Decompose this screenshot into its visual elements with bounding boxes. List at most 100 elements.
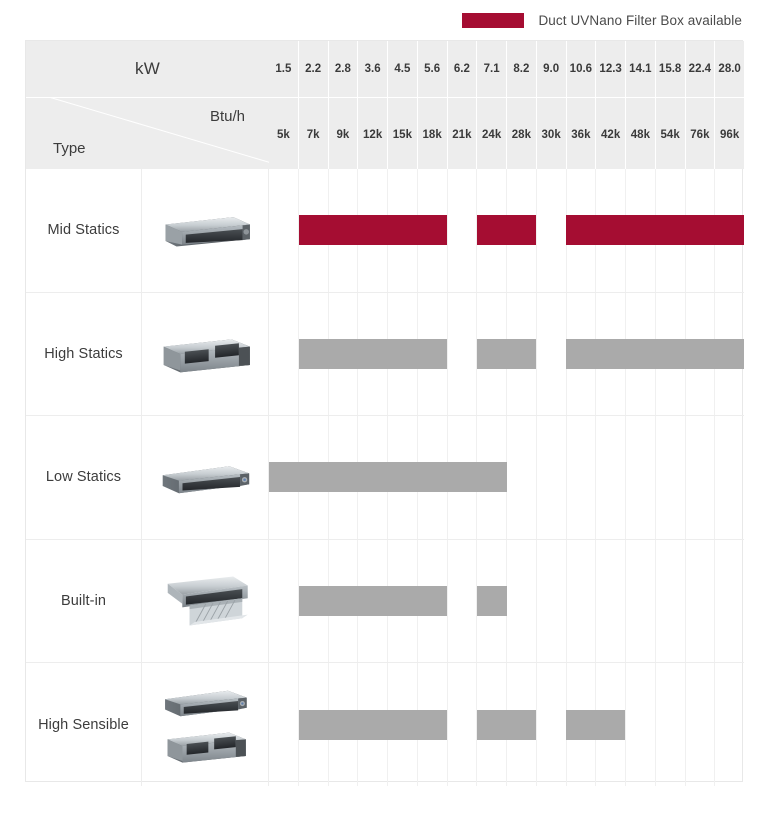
grid-column-0 bbox=[269, 663, 298, 786]
grid-column-15 bbox=[714, 539, 744, 663]
grid-column-0 bbox=[269, 540, 298, 663]
grid-column-13 bbox=[654, 416, 685, 539]
grid-column-15 bbox=[714, 663, 744, 786]
grid-column-9 bbox=[535, 292, 566, 416]
table-row: Mid Statics bbox=[26, 169, 744, 292]
header-kw-cell-12: 14.1 bbox=[625, 41, 655, 97]
header-kw-cell-8: 8.2 bbox=[506, 41, 536, 97]
row-product-image-cell bbox=[142, 539, 269, 663]
row-type-label: Low Statics bbox=[45, 469, 122, 486]
grid-column-6 bbox=[446, 539, 477, 663]
header-type-btu-cell: Type Btu/h bbox=[26, 98, 269, 169]
row-product-image-cell bbox=[142, 292, 269, 416]
grid-column-9 bbox=[535, 169, 566, 292]
grid-column-10 bbox=[565, 539, 596, 663]
row-type-cell: Low Statics bbox=[26, 416, 142, 539]
duct-unit-low-static-icon bbox=[153, 684, 257, 718]
row-type-cell: Built-in bbox=[26, 539, 142, 663]
row-type-cell: Mid Statics bbox=[26, 169, 142, 292]
capacity-bar bbox=[565, 215, 744, 246]
grid-column-8 bbox=[506, 416, 536, 539]
header-kw-cell-14: 22.4 bbox=[684, 41, 715, 97]
header-kw-cell-11: 12.3 bbox=[595, 41, 625, 97]
legend: Duct UVNano Filter Box available bbox=[0, 0, 768, 40]
capacity-bar bbox=[269, 462, 507, 493]
row-type-cell: High Statics bbox=[26, 292, 142, 416]
duct-unit-mid-static-icon bbox=[153, 208, 257, 252]
duct-unit-low-static-icon bbox=[153, 459, 257, 495]
header-btu-cell-0: 5k bbox=[276, 128, 290, 141]
header-type-label: Type bbox=[53, 140, 86, 157]
grid-column-8 bbox=[506, 539, 536, 663]
capacity-bar bbox=[476, 338, 537, 369]
table-row: High Sensible bbox=[26, 662, 744, 786]
header-btu-cell-10: 36k bbox=[565, 98, 596, 169]
grid-column-12 bbox=[625, 416, 655, 539]
grid-column-10 bbox=[565, 416, 596, 539]
header-kw-cell-2: 2.8 bbox=[327, 41, 358, 97]
header-btu-cell-13: 54k bbox=[654, 98, 685, 169]
row-capacity-grid bbox=[269, 663, 744, 786]
table-row: High Statics bbox=[26, 291, 744, 416]
capacity-bar bbox=[565, 709, 626, 740]
row-capacity-grid bbox=[269, 292, 744, 416]
row-capacity-grid bbox=[269, 416, 744, 539]
header-kw-cell-9: 9.0 bbox=[535, 41, 566, 97]
header-kw-cell-7: 7.1 bbox=[476, 41, 506, 97]
capacity-bar bbox=[476, 709, 537, 740]
header-btu-cell-14: 76k bbox=[684, 98, 715, 169]
header-btu-cell-5: 18k bbox=[416, 98, 447, 169]
header-btu-cell-11: 42k bbox=[595, 98, 625, 169]
header-btu-cell-9: 30k bbox=[535, 98, 566, 169]
row-capacity-grid bbox=[269, 539, 744, 663]
capacity-bar bbox=[298, 338, 448, 369]
grid-column-6 bbox=[446, 663, 477, 786]
grid-column-0 bbox=[269, 169, 298, 292]
header-btu-cell-1: 7k bbox=[297, 98, 328, 169]
grid-column-12 bbox=[625, 539, 655, 663]
header-btu-cell-8: 28k bbox=[506, 98, 536, 169]
header-kw-cell-0: 1.5 bbox=[275, 63, 292, 75]
header-kw-cell-6: 6.2 bbox=[446, 41, 477, 97]
duct-unit-high-static-icon bbox=[153, 726, 257, 766]
grid-column-13 bbox=[654, 663, 685, 786]
header-btu-cell-4: 15k bbox=[387, 98, 417, 169]
table-row: Built-in bbox=[26, 538, 744, 663]
header-kw-cell-10: 10.6 bbox=[565, 41, 596, 97]
header-btu-cell-2: 9k bbox=[327, 98, 358, 169]
header-btu-value-row: 5k 7k 9k 12k 15k 18k 21k 24k 28k 30k 36k 42k 48k 54k 7… bbox=[269, 98, 744, 169]
header-kw-cell-5: 5.6 bbox=[416, 41, 447, 97]
legend-swatch-uvnano bbox=[462, 12, 525, 28]
row-product-image-cell bbox=[142, 169, 269, 292]
capacity-bar bbox=[298, 215, 448, 246]
row-product-image-cell bbox=[142, 663, 269, 786]
grid-column-12 bbox=[625, 663, 655, 786]
header-kw-cell-13: 15.8 bbox=[654, 41, 685, 97]
grid-column-11 bbox=[595, 539, 625, 663]
grid-column-14 bbox=[684, 416, 715, 539]
duct-unit-built-in-icon bbox=[153, 571, 257, 631]
capacity-range-table: kW Type Btu/h 1.5 2.2 2.8 3.6 4.5 5.6 6.2 7.1 8.… bbox=[25, 40, 744, 786]
row-type-label: High Sensible bbox=[38, 716, 129, 733]
capacity-bar bbox=[298, 709, 448, 740]
header-kw-cell-4: 4.5 bbox=[387, 41, 417, 97]
table-row: Low Statics bbox=[26, 415, 744, 539]
grid-column-0 bbox=[269, 293, 298, 416]
row-product-image-cell bbox=[142, 416, 269, 539]
header-btu-cell-6: 21k bbox=[446, 98, 477, 169]
row-type-label: High Statics bbox=[44, 345, 123, 362]
capacity-bar bbox=[565, 338, 744, 369]
duct-unit-high-static-icon bbox=[153, 332, 257, 376]
grid-column-6 bbox=[446, 292, 477, 416]
capacity-bar bbox=[476, 215, 537, 246]
grid-column-9 bbox=[535, 539, 566, 663]
legend-label-uvnano: Duct UVNano Filter Box available bbox=[538, 12, 742, 28]
grid-column-9 bbox=[535, 416, 566, 539]
grid-column-15 bbox=[714, 416, 744, 539]
table-body: Mid Statics High Statics Low Statics Built-… bbox=[26, 169, 744, 786]
row-type-label: Mid Statics bbox=[47, 222, 120, 239]
header-kw-cell-1: 2.2 bbox=[297, 41, 328, 97]
grid-column-14 bbox=[684, 539, 715, 663]
header-kw-cell: kW bbox=[26, 41, 269, 97]
capacity-bar bbox=[476, 586, 507, 617]
